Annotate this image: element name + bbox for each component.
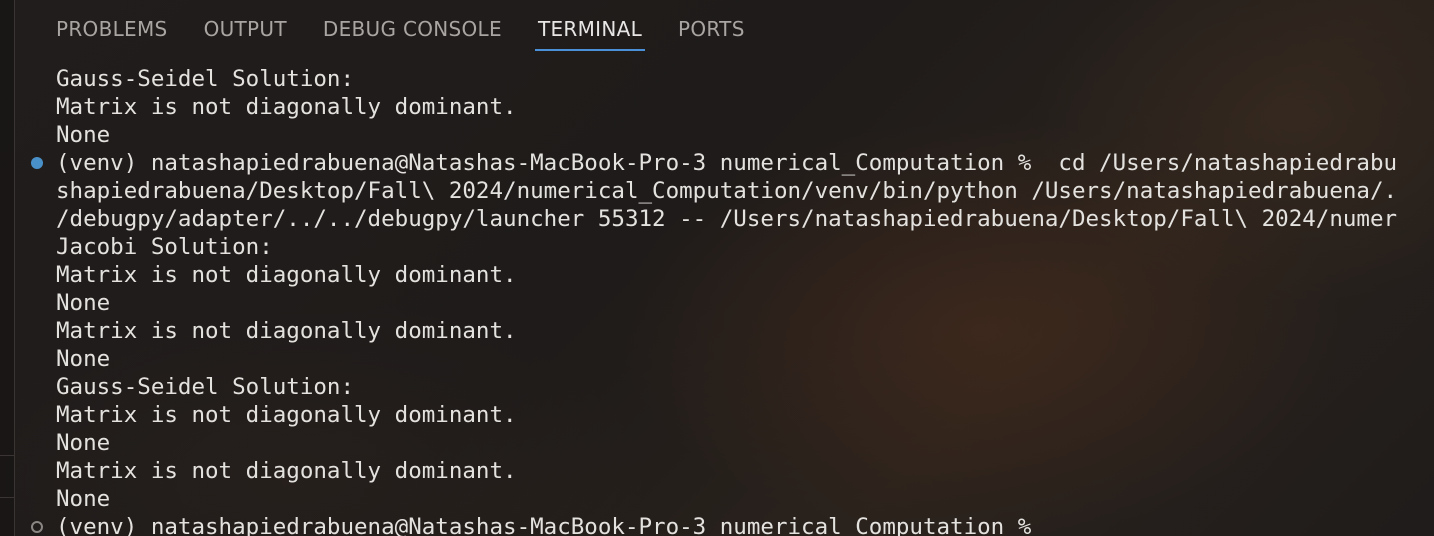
terminal-line: None — [56, 486, 111, 512]
terminal-line: None — [56, 346, 111, 372]
terminal-line: /debugpy/adapter/../../debugpy/launcher … — [56, 206, 1398, 232]
terminal-prompt-line: (venv) natashapiedrabuena@Natashas-MacBo… — [56, 514, 1032, 536]
terminal-line: Matrix is not diagonally dominant. — [56, 402, 517, 428]
terminal-output[interactable]: Gauss-Seidel Solution: Matrix is not dia… — [0, 65, 1434, 536]
terminal-line: Matrix is not diagonally dominant. — [56, 458, 517, 484]
command-pending-circle-icon[interactable] — [31, 521, 43, 533]
vscode-panel: PROBLEMS OUTPUT DEBUG CONSOLE TERMINAL P… — [0, 0, 1434, 536]
terminal-line: Matrix is not diagonally dominant. — [56, 262, 517, 288]
terminal-line: Gauss-Seidel Solution: — [56, 66, 355, 92]
terminal-line: shapiedrabuena/Desktop/Fall\ 2024/numeri… — [56, 178, 1398, 204]
terminal-line: Matrix is not diagonally dominant. — [56, 94, 517, 120]
terminal-line: Gauss-Seidel Solution: — [56, 374, 355, 400]
terminal-line: Jacobi Solution: — [56, 234, 273, 260]
terminal-line: None — [56, 430, 111, 456]
command-success-dot-icon[interactable] — [31, 157, 43, 169]
terminal-line: None — [56, 122, 111, 148]
tab-terminal[interactable]: TERMINAL — [520, 0, 660, 58]
tab-problems[interactable]: PROBLEMS — [38, 0, 186, 58]
tab-debug-console[interactable]: DEBUG CONSOLE — [305, 0, 520, 58]
tab-output[interactable]: OUTPUT — [186, 0, 305, 58]
terminal-line: None — [56, 290, 111, 316]
panel-tab-bar: PROBLEMS OUTPUT DEBUG CONSOLE TERMINAL P… — [38, 0, 763, 58]
terminal-line: Matrix is not diagonally dominant. — [56, 318, 517, 344]
tab-ports[interactable]: PORTS — [660, 0, 763, 58]
terminal-prompt-line: (venv) natashapiedrabuena@Natashas-MacBo… — [56, 150, 1398, 176]
